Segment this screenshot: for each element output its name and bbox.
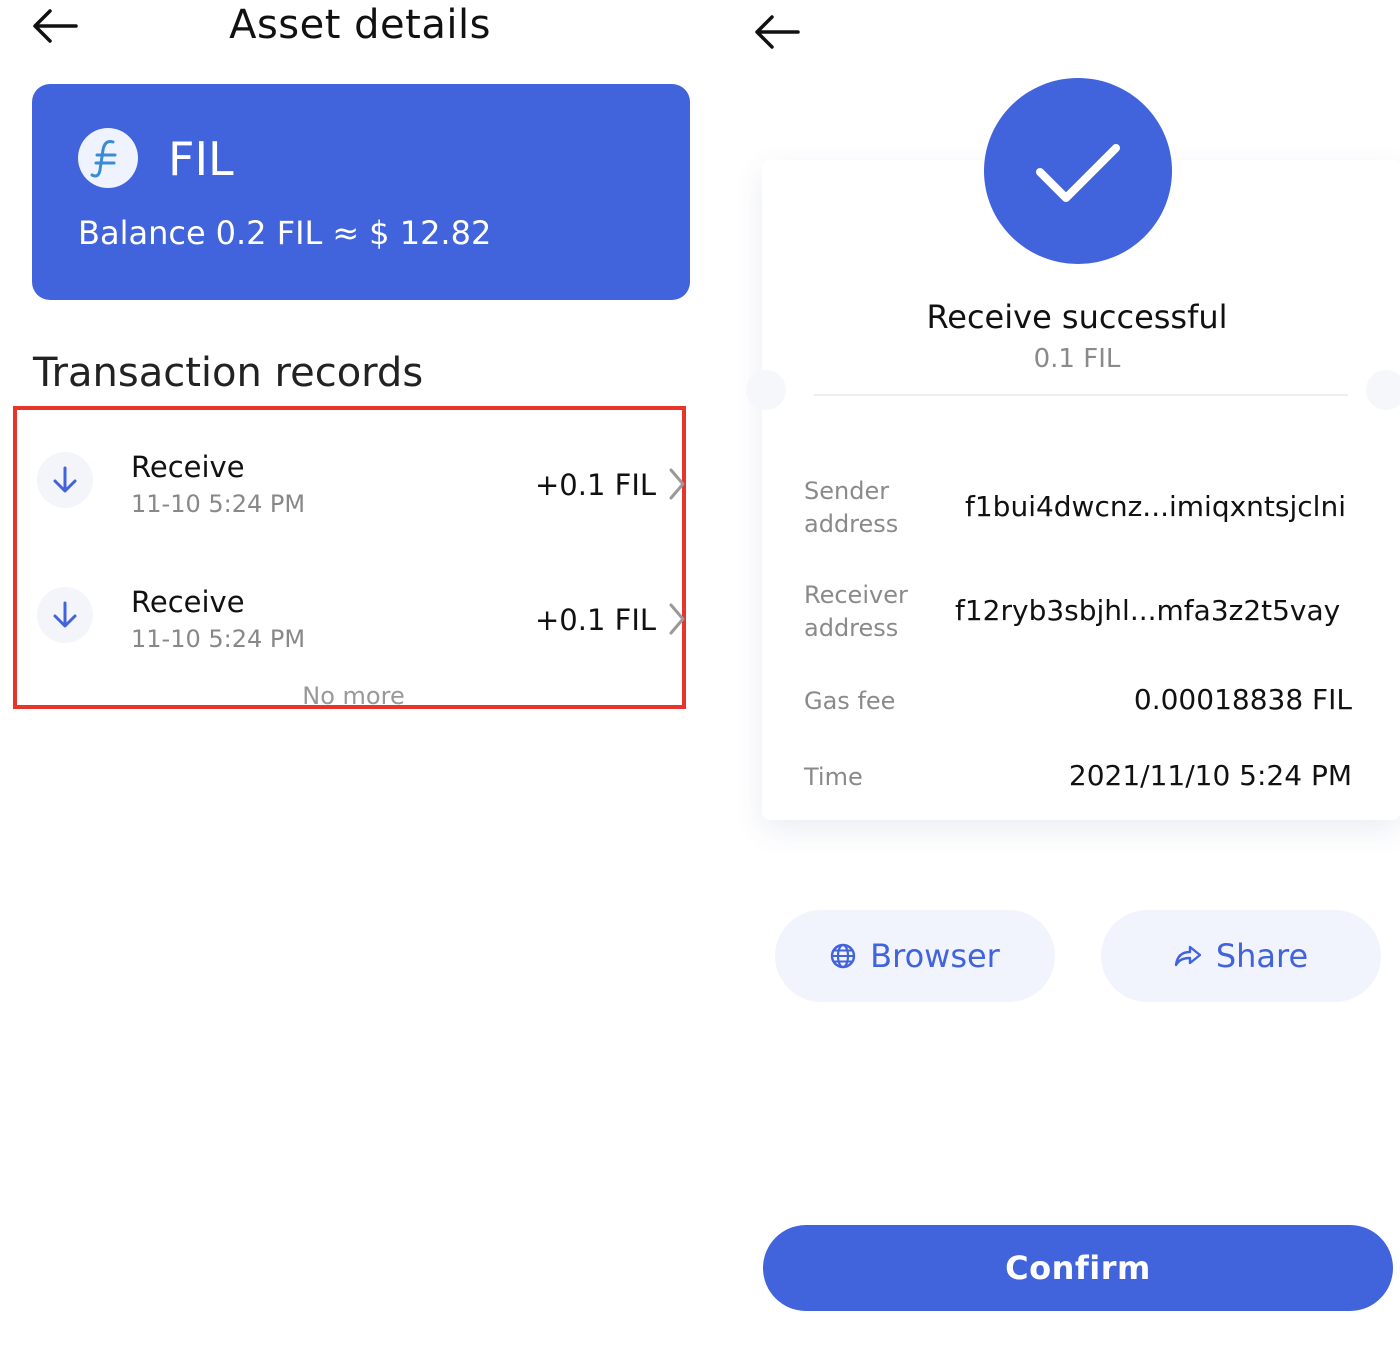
- page-title: Asset details: [229, 2, 491, 48]
- transaction-type: Receive: [131, 450, 245, 484]
- success-badge: [984, 78, 1172, 264]
- browser-label: Browser: [870, 937, 1000, 975]
- gas-fee-value: 0.00018838 FIL: [1133, 683, 1352, 716]
- balance-line: Balance 0.2 FIL ≈ $ 12.82: [78, 214, 501, 252]
- coin-name: FIL: [168, 132, 234, 186]
- transaction-row[interactable]: Receive 11-10 5:24 PM +0.1 FIL: [17, 440, 697, 560]
- receiver-address-label: Receiver address: [804, 581, 908, 642]
- asset-card: FIL Balance 0.2 FIL ≈ $ 12.82: [32, 84, 690, 300]
- confirm-button[interactable]: Confirm: [763, 1225, 1393, 1311]
- sender-address-label: Sender address: [804, 477, 899, 538]
- receiver-address-value: f12ryb3sbjhl...mfa3z2t5vay: [955, 594, 1341, 627]
- globe-icon: [830, 943, 856, 969]
- fiat-value: $ 12.82: [369, 214, 492, 252]
- filecoin-logo-icon: [78, 128, 138, 188]
- transaction-list: Receive 11-10 5:24 PM +0.1 FIL Receive 1…: [13, 406, 686, 710]
- balance-value: 0.2 FIL: [215, 214, 323, 252]
- transaction-type: Receive: [131, 585, 245, 619]
- no-more-text: No more: [302, 682, 405, 710]
- status-title: Receive successful: [926, 298, 1228, 336]
- section-title: Transaction records: [33, 350, 424, 396]
- transaction-amount: +0.1 FIL: [535, 468, 657, 502]
- arrow-down-icon: [37, 452, 93, 508]
- balance-label: Balance: [78, 214, 206, 252]
- share-button[interactable]: Share: [1101, 910, 1381, 1002]
- checkmark-icon: [1036, 144, 1120, 202]
- chevron-right-icon: [669, 468, 685, 500]
- time-label: Time: [804, 763, 863, 791]
- chevron-right-icon: [669, 603, 685, 635]
- divider: [814, 394, 1348, 396]
- gas-fee-label: Gas fee: [804, 687, 896, 715]
- share-label: Share: [1215, 937, 1309, 975]
- status-amount: 0.1 FIL: [1033, 344, 1121, 374]
- time-value: 2021/11/10 5:24 PM: [1068, 759, 1352, 792]
- arrow-down-icon: [37, 587, 93, 643]
- back-button[interactable]: [754, 14, 800, 50]
- transaction-time: 11-10 5:24 PM: [131, 625, 306, 653]
- back-arrow-icon: [755, 15, 800, 49]
- transaction-amount: +0.1 FIL: [535, 603, 657, 637]
- browser-button[interactable]: Browser: [775, 910, 1055, 1002]
- transaction-row[interactable]: Receive 11-10 5:24 PM +0.1 FIL: [17, 575, 697, 695]
- share-icon: [1174, 945, 1202, 967]
- approx-symbol: ≈: [332, 214, 360, 252]
- sender-address-value: f1bui4dwcnz...imiqxntsjclni: [965, 490, 1346, 523]
- card-notch: [1366, 370, 1400, 410]
- card-notch: [746, 370, 786, 410]
- transaction-time: 11-10 5:24 PM: [131, 490, 306, 518]
